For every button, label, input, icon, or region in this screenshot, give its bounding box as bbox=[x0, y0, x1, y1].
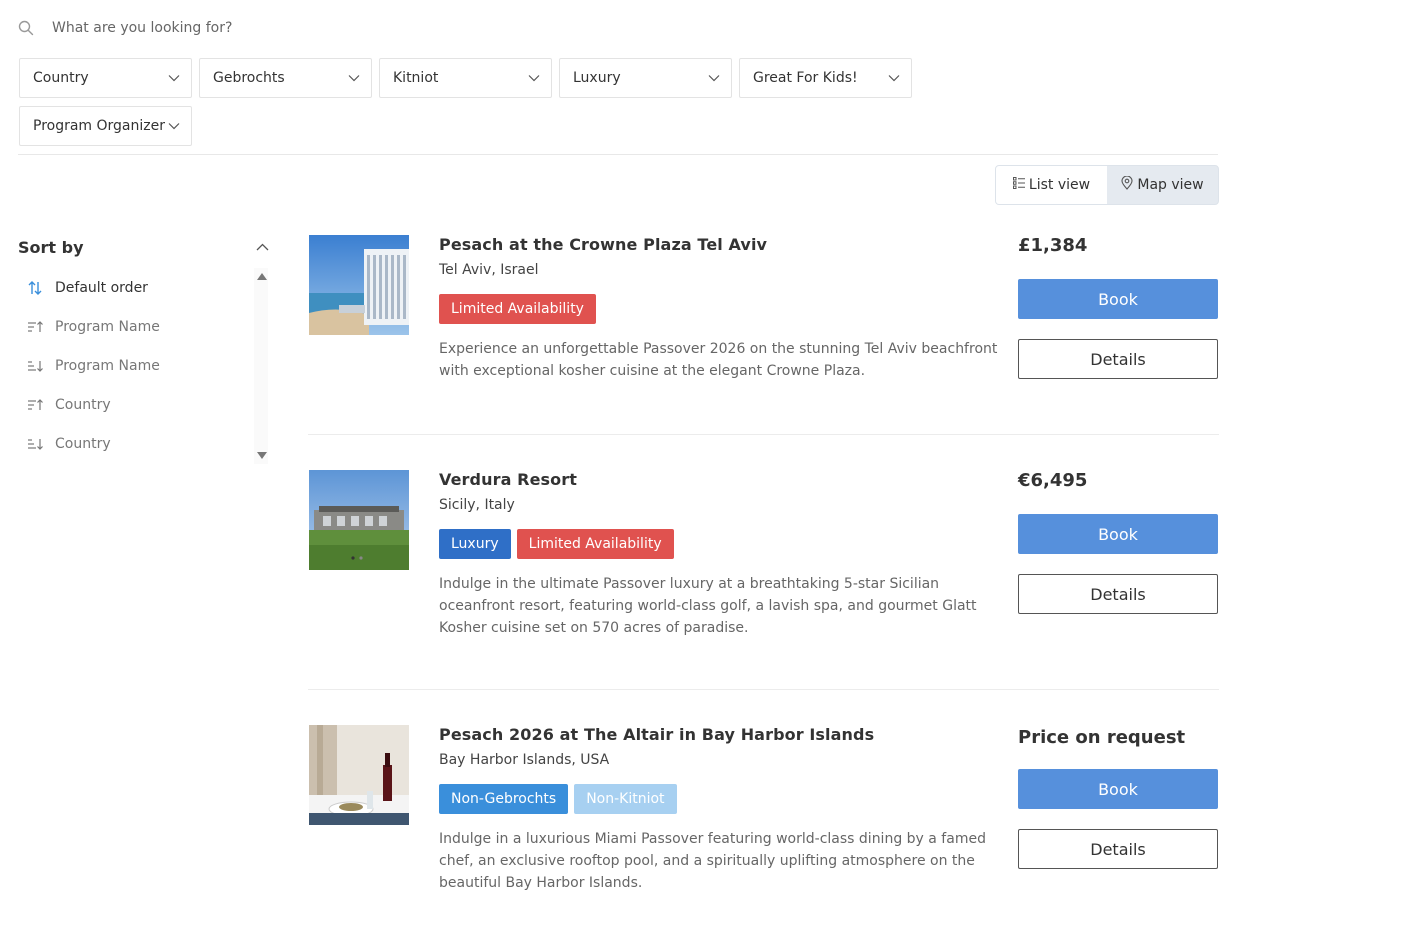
filter-country[interactable]: Country bbox=[19, 58, 192, 98]
sort-desc-icon bbox=[27, 436, 45, 452]
search-input[interactable] bbox=[52, 20, 652, 36]
sort-option-label: Program Name bbox=[55, 318, 160, 335]
list-view-button[interactable]: List view bbox=[996, 166, 1107, 204]
badge-limited-availability: Limited Availability bbox=[439, 294, 596, 324]
sort-panel: Sort by Default order Program Name Progr… bbox=[18, 236, 273, 466]
chevron-down-icon bbox=[348, 74, 360, 82]
chevron-down-icon bbox=[528, 74, 540, 82]
sort-asc-icon bbox=[27, 397, 45, 413]
sort-default-icon bbox=[27, 280, 45, 296]
listing-description: Indulge in the ultimate Passover luxury … bbox=[439, 576, 977, 636]
sort-option-program-name-desc[interactable]: Program Name bbox=[18, 346, 254, 385]
listing-description: Experience an unforgettable Passover 202… bbox=[439, 341, 998, 379]
sort-option-label: Country bbox=[55, 435, 111, 452]
listing-card: Verdura Resort Sicily, Italy Luxury Limi… bbox=[308, 470, 1219, 670]
chevron-down-icon bbox=[168, 74, 180, 82]
filter-great-for-kids[interactable]: Great For Kids! bbox=[739, 58, 912, 98]
listing-badges: Luxury Limited Availability bbox=[439, 529, 999, 559]
details-button[interactable]: Details bbox=[1018, 339, 1218, 379]
listing-body: Verdura Resort Sicily, Italy Luxury Limi… bbox=[439, 470, 999, 639]
listing-title[interactable]: Pesach 2026 at The Altair in Bay Harbor … bbox=[439, 725, 999, 745]
chevron-down-icon bbox=[888, 74, 900, 82]
sort-option-label: Country bbox=[55, 396, 111, 413]
list-view-label: List view bbox=[1028, 177, 1091, 193]
sort-option-program-name-asc[interactable]: Program Name bbox=[18, 307, 254, 346]
sort-list: Default order Program Name Program Name … bbox=[18, 268, 254, 463]
badge-limited-availability: Limited Availability bbox=[516, 529, 674, 559]
divider bbox=[18, 154, 1218, 155]
map-view-label: Map view bbox=[1137, 177, 1204, 193]
details-button[interactable]: Details bbox=[1018, 829, 1218, 869]
filter-program-organizer[interactable]: Program Organizer bbox=[19, 106, 192, 146]
listing-actions: £1,384 Book Details bbox=[1018, 235, 1219, 379]
sort-title: Sort by bbox=[18, 237, 84, 257]
filter-gebrochts[interactable]: Gebrochts bbox=[199, 58, 372, 98]
listing-price: €6,495 bbox=[1018, 470, 1088, 491]
listing-image[interactable] bbox=[309, 235, 409, 335]
badge-luxury: Luxury bbox=[439, 529, 511, 559]
filter-label: Kitniot bbox=[393, 70, 439, 86]
listing-description: Indulge in a luxurious Miami Passover fe… bbox=[439, 831, 986, 891]
listing-location: Sicily, Italy bbox=[439, 497, 515, 513]
sort-option-country-desc[interactable]: Country bbox=[18, 424, 254, 463]
sort-option-country-asc[interactable]: Country bbox=[18, 385, 254, 424]
badge-non-gebrochts: Non-Gebrochts bbox=[439, 784, 569, 814]
sort-option-label: Default order bbox=[55, 279, 148, 296]
chevron-up-icon[interactable] bbox=[256, 243, 269, 251]
listing-badges: Non-Gebrochts Non-Kitniot bbox=[439, 784, 999, 814]
filter-label: Program Organizer bbox=[33, 118, 165, 134]
filter-label: Country bbox=[33, 70, 89, 86]
listing-card: Pesach at the Crowne Plaza Tel Aviv Tel … bbox=[308, 235, 1219, 435]
scroll-up-arrow-icon[interactable] bbox=[257, 273, 267, 280]
book-button[interactable]: Book bbox=[1018, 514, 1218, 554]
filter-label: Great For Kids! bbox=[753, 70, 858, 86]
filter-kitniot[interactable]: Kitniot bbox=[379, 58, 552, 98]
listing-card: Pesach 2026 at The Altair in Bay Harbor … bbox=[308, 725, 1219, 925]
badge-non-kitniot: Non-Kitniot bbox=[574, 784, 677, 814]
map-view-button[interactable]: Map view bbox=[1107, 166, 1218, 204]
listing-title[interactable]: Verdura Resort bbox=[439, 470, 999, 490]
filter-bar: Country Gebrochts Kitniot Luxury Great F… bbox=[19, 58, 919, 146]
listing-price: Price on request bbox=[1018, 727, 1186, 748]
listing-divider bbox=[308, 689, 1219, 690]
view-toggle: List view Map view bbox=[995, 165, 1219, 205]
listing-price: £1,384 bbox=[1018, 235, 1088, 256]
chevron-down-icon bbox=[708, 74, 720, 82]
book-button[interactable]: Book bbox=[1018, 279, 1218, 319]
sort-header[interactable]: Sort by bbox=[18, 236, 273, 258]
listing-badges: Limited Availability bbox=[439, 294, 999, 324]
listing-actions: Price on request Book Details bbox=[1018, 725, 1219, 869]
listing-divider bbox=[308, 434, 1219, 435]
book-button[interactable]: Book bbox=[1018, 769, 1218, 809]
details-button[interactable]: Details bbox=[1018, 574, 1218, 614]
search-icon bbox=[18, 20, 34, 36]
filter-luxury[interactable]: Luxury bbox=[559, 58, 732, 98]
listing-image[interactable] bbox=[309, 470, 409, 570]
list-icon bbox=[1012, 177, 1025, 193]
listing-location: Bay Harbor Islands, USA bbox=[439, 752, 610, 768]
filter-label: Gebrochts bbox=[213, 70, 285, 86]
sort-scrollbar[interactable] bbox=[254, 268, 268, 464]
listing-location: Tel Aviv, Israel bbox=[439, 262, 539, 278]
map-pin-icon bbox=[1121, 175, 1133, 194]
listing-title[interactable]: Pesach at the Crowne Plaza Tel Aviv bbox=[439, 235, 999, 255]
sort-desc-icon bbox=[27, 358, 45, 374]
listing-body: Pesach 2026 at The Altair in Bay Harbor … bbox=[439, 725, 999, 894]
chevron-down-icon bbox=[168, 122, 180, 130]
sort-asc-icon bbox=[27, 319, 45, 335]
sort-option-default[interactable]: Default order bbox=[18, 268, 254, 307]
sort-option-label: Program Name bbox=[55, 357, 160, 374]
scroll-down-arrow-icon[interactable] bbox=[257, 452, 267, 459]
listing-image[interactable] bbox=[309, 725, 409, 825]
filter-label: Luxury bbox=[573, 70, 621, 86]
search-bar bbox=[18, 14, 1218, 42]
listing-actions: €6,495 Book Details bbox=[1018, 470, 1219, 614]
listing-body: Pesach at the Crowne Plaza Tel Aviv Tel … bbox=[439, 235, 999, 382]
